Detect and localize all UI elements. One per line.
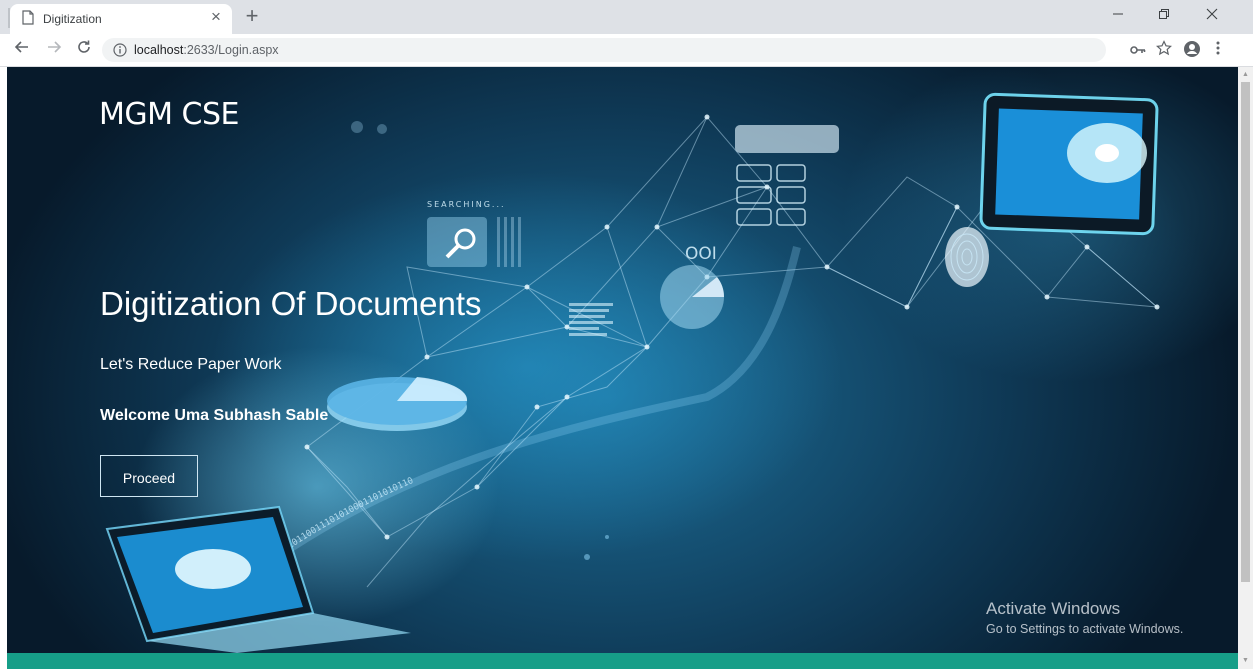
- laptop-illustration: [105, 505, 411, 653]
- browser-toolbar: localhost:2633/Login.aspx: [0, 34, 1253, 67]
- address-bar[interactable]: localhost:2633/Login.aspx: [102, 38, 1106, 62]
- svg-text:OOI: OOI: [685, 244, 717, 264]
- scroll-up-icon[interactable]: ▲: [1238, 69, 1253, 81]
- browser-tab[interactable]: Digitization ×: [10, 4, 232, 34]
- plus-icon[interactable]: +: [240, 4, 264, 28]
- tab-strip: Digitization × +: [0, 0, 1253, 34]
- close-icon[interactable]: [1192, 2, 1232, 30]
- reload-icon[interactable]: [72, 39, 96, 61]
- welcome-message: Welcome Uma Subhash Sable: [100, 407, 329, 424]
- proceed-button[interactable]: Proceed: [100, 455, 198, 497]
- key-icon[interactable]: [1128, 40, 1148, 60]
- scrollbar-thumb[interactable]: [1241, 82, 1250, 582]
- tab-title: Digitization: [43, 12, 102, 26]
- vertical-scrollbar[interactable]: ▲ ▼: [1238, 67, 1253, 669]
- hero-banner: 10110100011010110011101010001101010110 S…: [7, 67, 1238, 653]
- back-arrow-icon[interactable]: [10, 39, 34, 61]
- tagline: Let's Reduce Paper Work: [100, 356, 282, 373]
- more-vert-icon[interactable]: [1208, 40, 1228, 60]
- star-icon[interactable]: [1154, 40, 1174, 60]
- page-icon: [22, 10, 34, 30]
- scroll-down-icon[interactable]: ▼: [1238, 655, 1253, 667]
- searching-label: SEARCHING...: [427, 200, 506, 209]
- restore-icon[interactable]: [1144, 2, 1184, 30]
- activate-windows-watermark: Activate Windows Go to Settings to activ…: [986, 598, 1183, 638]
- minimize-icon[interactable]: [1098, 2, 1138, 30]
- forward-arrow-icon[interactable]: [42, 39, 66, 61]
- page-viewport: 10110100011010110011101010001101010110 S…: [0, 67, 1238, 669]
- url-host: localhost: [134, 43, 184, 57]
- url-text: localhost:2633/Login.aspx: [134, 43, 279, 57]
- url-path: :2633/Login.aspx: [183, 43, 279, 57]
- page-title: Digitization Of Documents: [100, 285, 482, 322]
- tablet-illustration: [979, 92, 1159, 236]
- watermark-subtitle: Go to Settings to activate Windows.: [986, 622, 1184, 636]
- brand-logo[interactable]: MGM CSE: [99, 97, 240, 132]
- close-icon[interactable]: ×: [208, 8, 224, 25]
- watermark-title: Activate Windows: [986, 599, 1121, 618]
- account-icon[interactable]: [1182, 40, 1202, 60]
- info-icon[interactable]: [113, 43, 127, 62]
- footer-strip: [7, 653, 1238, 669]
